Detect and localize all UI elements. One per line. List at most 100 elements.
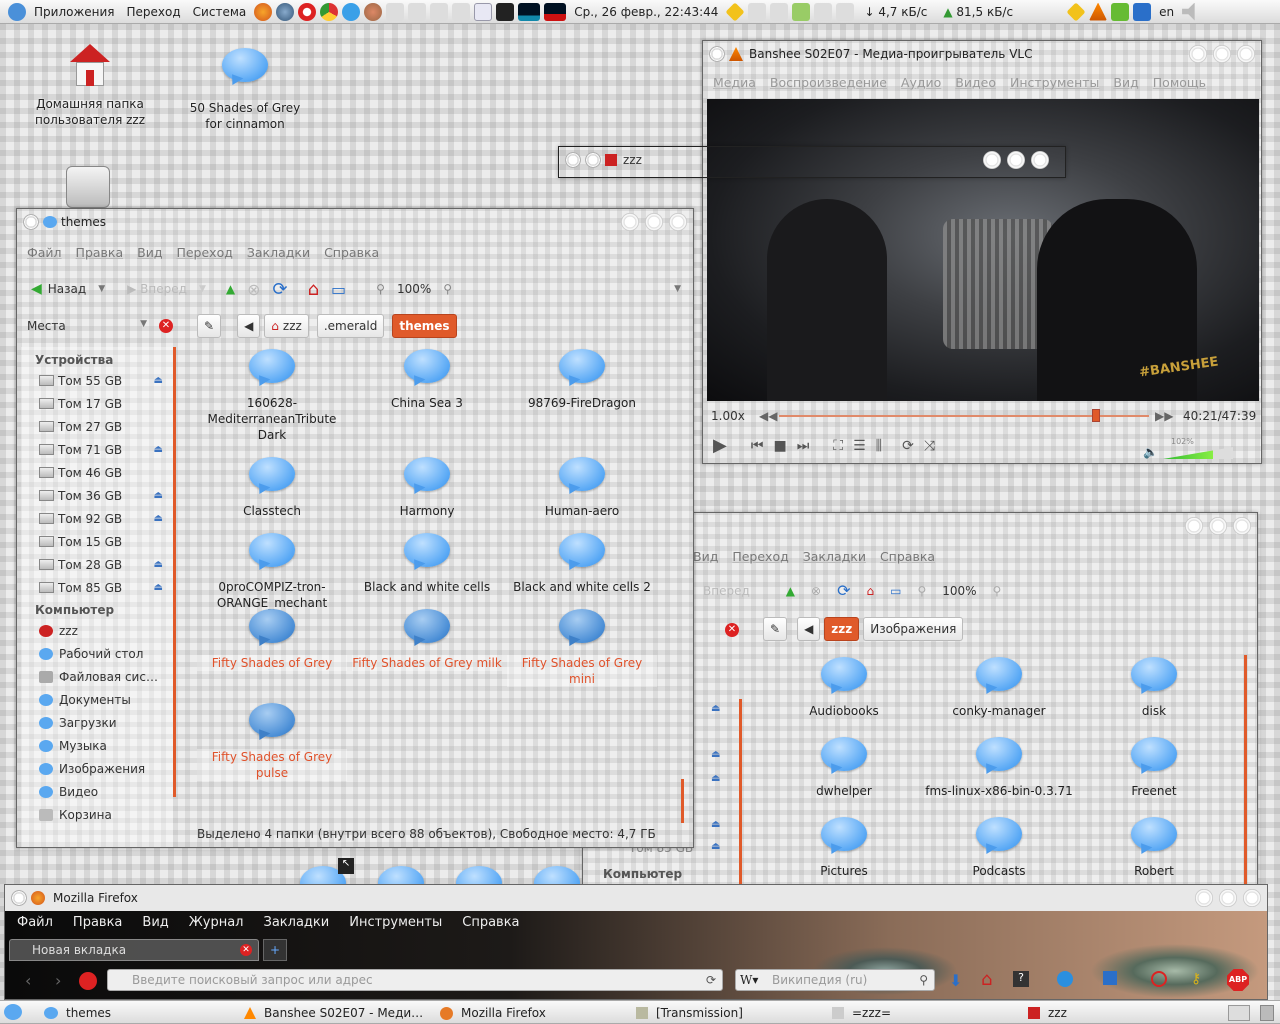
menu-go[interactable]: Переход [176, 245, 232, 260]
adblock-icon[interactable] [79, 972, 97, 990]
ff-forward-icon[interactable]: › [55, 971, 61, 990]
ff-tab[interactable]: Новая вкладка ✕ [9, 939, 259, 961]
sidebar-item-volume[interactable]: Том 55 GB ⏏ [21, 369, 173, 392]
maximize-button[interactable] [1219, 889, 1237, 907]
close-button[interactable] [669, 213, 687, 231]
vlc-titlebar[interactable]: Banshee S02E07 - Медиа-проигрыватель VLC [703, 41, 1261, 67]
home-icon[interactable]: ⌂ [308, 279, 319, 300]
sidebar-item-volume[interactable]: Том 46 GB [21, 461, 173, 484]
minimize-button[interactable] [1189, 45, 1207, 63]
ff-menu-view[interactable]: Вид [142, 915, 168, 930]
url-bar[interactable]: Введите поисковый запрос или адрес ⟳ [107, 969, 723, 991]
task-transmission[interactable]: [Transmission] [632, 1003, 743, 1023]
lamp-icon[interactable] [452, 2, 471, 21]
folder-item[interactable]: Human-aero [507, 457, 657, 519]
skype-launcher-icon[interactable] [342, 2, 361, 21]
minimize-button[interactable] [983, 151, 1001, 169]
equalizer-icon[interactable]: ⫼ [876, 438, 882, 454]
zoom-level[interactable]: 100% [942, 584, 976, 598]
folder-item[interactable]: Black and white cells [352, 533, 502, 595]
download-icon[interactable]: ⬇ [949, 971, 962, 990]
ff-menu-history[interactable]: Журнал [189, 915, 244, 930]
basket-icon[interactable] [792, 2, 811, 21]
key-icon[interactable]: ⚷ [1191, 971, 1201, 987]
folder-item[interactable]: Audiobooks [769, 657, 919, 719]
vlc-menu-playback[interactable]: Воспроизведение [770, 75, 887, 90]
themes-titlebar[interactable]: themes [17, 209, 693, 235]
eject-icon[interactable]: ⏏ [711, 841, 720, 852]
ff-menu-edit[interactable]: Правка [73, 915, 122, 930]
shuffle-icon[interactable]: ⤨ [924, 438, 935, 454]
forward-button[interactable]: Вперед [703, 584, 750, 598]
stop-icon[interactable]: ⊗ [247, 280, 260, 299]
crumb-zzz[interactable]: ⌂ zzz [264, 314, 309, 338]
eject-icon[interactable]: ⏏ [711, 819, 720, 830]
places-selector[interactable]: Места ▼ [27, 319, 147, 333]
wikipedia-icon[interactable]: W▾ [740, 973, 758, 987]
task-themes[interactable]: themes [40, 1003, 111, 1023]
crumb-themes[interactable]: themes [392, 314, 457, 338]
sidebar-item-volume[interactable]: Том 36 GB ⏏ [21, 484, 173, 507]
distro-logo-icon[interactable] [8, 3, 26, 21]
vlc-menu-media[interactable]: Медиа [713, 75, 756, 90]
snail-launcher-icon[interactable] [364, 2, 383, 21]
close-sidebar-icon[interactable]: ✕ [159, 319, 173, 333]
zoom-level[interactable]: 100% [397, 282, 431, 296]
close-button[interactable] [1243, 889, 1261, 907]
vlc-menu-tools[interactable]: Инструменты [1010, 75, 1099, 90]
ff-back-icon[interactable]: ‹ [25, 971, 31, 990]
warning-icon[interactable] [725, 1, 745, 22]
sidebar-item-volume[interactable]: Том 27 GB [21, 415, 173, 438]
task-firefox[interactable]: Mozilla Firefox [436, 1003, 546, 1023]
play-icon[interactable]: ▶ [713, 435, 727, 456]
sidebar-item-videos[interactable]: Видео [21, 780, 173, 803]
sidebar-item-volume[interactable]: Том 17 GB [21, 392, 173, 415]
crumb-emerald[interactable]: .emerald [316, 314, 385, 338]
workspace-switcher[interactable] [1228, 1005, 1250, 1021]
zzz-menu-view[interactable]: Вид [693, 549, 718, 564]
lamp-icon[interactable] [770, 2, 789, 21]
sidebar-item-desktop[interactable]: Рабочий стол [21, 642, 173, 665]
up-icon[interactable]: ▲ [786, 584, 795, 598]
lock-icon[interactable] [1103, 971, 1117, 985]
fullscreen-icon[interactable]: ⛶ [833, 438, 843, 454]
home-icon[interactable]: ⌂ [866, 584, 874, 598]
zoom-in-icon[interactable]: ⚲ [993, 584, 1002, 598]
sidebar-item-music[interactable]: Музыка [21, 734, 173, 757]
close-button[interactable] [1237, 45, 1255, 63]
eject-icon[interactable]: ⏏ [154, 559, 163, 570]
show-desktop-icon[interactable] [4, 1004, 22, 1020]
desktop-icon-shades-theme[interactable]: 50 Shades of Grey for cinnamon [180, 48, 310, 132]
eject-icon[interactable]: ⏏ [154, 375, 163, 386]
back-button[interactable]: ◀ Назад [31, 281, 86, 297]
window-menu-icon[interactable] [565, 152, 581, 168]
sidebar-item-trash[interactable]: Корзина [21, 803, 173, 826]
folder-item[interactable]: disk [1079, 657, 1229, 719]
edit-path-button[interactable]: ✎ [197, 314, 222, 338]
search-icon[interactable]: ⚲ [919, 973, 928, 987]
chrome-launcher-icon[interactable] [320, 2, 339, 21]
path-back-button[interactable]: ◀ [237, 314, 261, 338]
window-menu-icon[interactable] [11, 890, 27, 906]
clear-icon[interactable]: ✕ [725, 623, 739, 637]
lamp-icon[interactable] [386, 2, 405, 21]
minimize-button[interactable] [1195, 889, 1213, 907]
crumb-zzz[interactable]: zzz [824, 617, 860, 641]
home-icon[interactable]: ⌂ [981, 969, 992, 990]
eject-icon[interactable]: ⏏ [154, 513, 163, 524]
zzz-mini-window[interactable]: zzz [558, 146, 1066, 178]
task-zzz[interactable]: zzz [1024, 1003, 1067, 1023]
sidebar-item-pictures[interactable]: Изображения [21, 757, 173, 780]
vlc-menu-help[interactable]: Помощь [1153, 75, 1206, 90]
vlc-menu-video[interactable]: Видео [955, 75, 996, 90]
folder-item[interactable]: Pictures [769, 817, 919, 879]
folder-item[interactable]: Freenet [1079, 737, 1229, 799]
minimize-button[interactable] [621, 213, 639, 231]
folder-item[interactable]: fms-linux-x86-bin-0.3.71 [924, 737, 1074, 799]
folder-item[interactable]: Black and white cells 2 [507, 533, 657, 595]
folder-item[interactable]: Fifty Shades of Grey milk [352, 609, 502, 671]
maximize-button[interactable] [1209, 517, 1227, 535]
help-icon[interactable]: ? [1013, 971, 1029, 987]
maximize-button[interactable] [1213, 45, 1231, 63]
ff-menu-file[interactable]: Файл [17, 915, 53, 930]
